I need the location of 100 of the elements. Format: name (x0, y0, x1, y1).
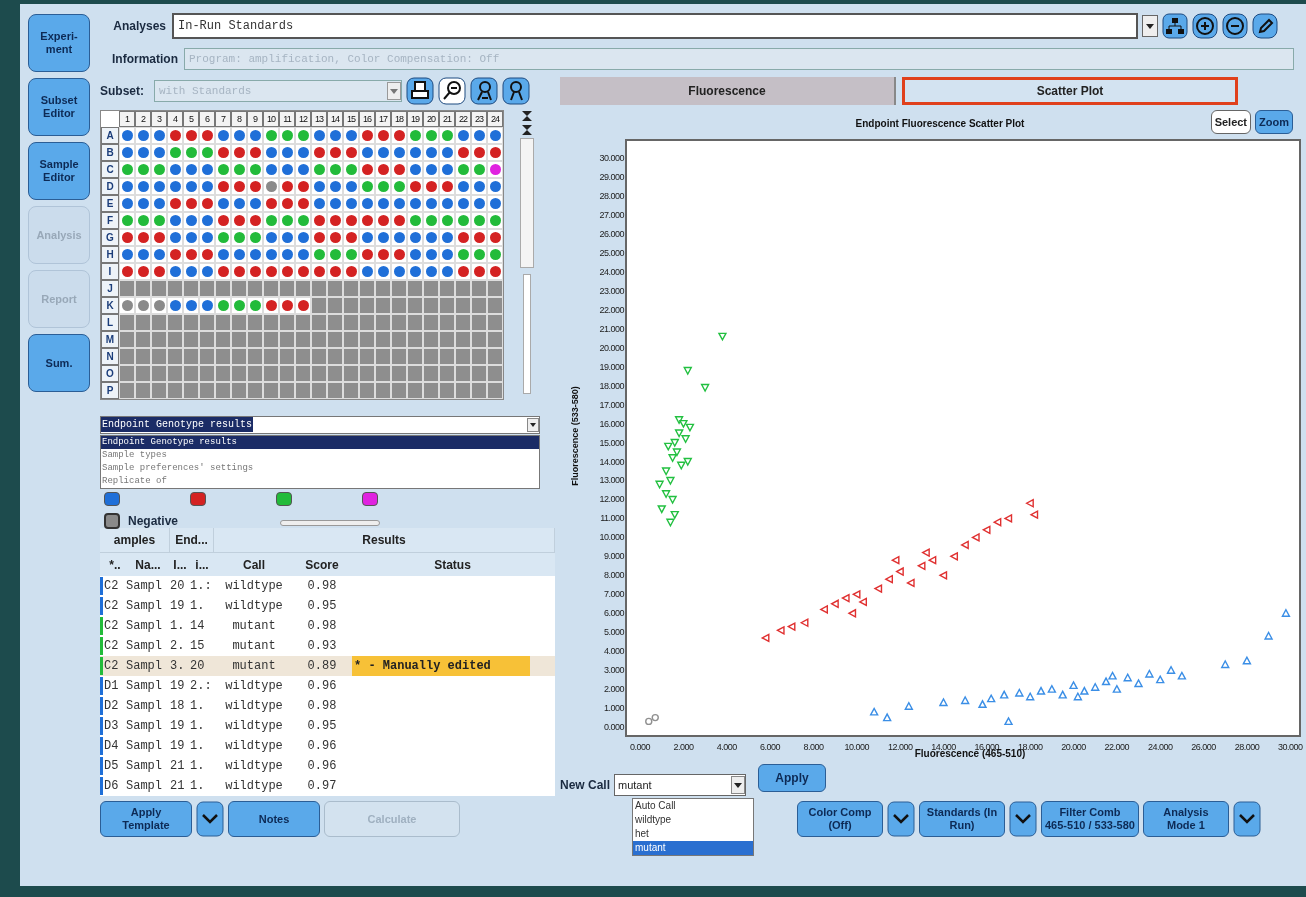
scatter-point[interactable] (938, 697, 949, 707)
scatter-point[interactable] (700, 383, 710, 393)
scatter-point[interactable] (999, 689, 1009, 699)
scatter-point[interactable] (960, 540, 969, 550)
scatter-point[interactable] (657, 505, 667, 514)
column-header[interactable]: I... (170, 552, 190, 576)
zoom-out-icon[interactable] (438, 76, 466, 105)
column-header[interactable]: *.. (104, 552, 126, 576)
scatter-point[interactable] (1029, 509, 1039, 520)
scatter-point[interactable] (873, 583, 883, 594)
nav-button[interactable]: Subset Editor (28, 78, 90, 136)
scatter-point[interactable] (819, 604, 828, 615)
scatter-point[interactable] (645, 717, 653, 726)
scatter-point[interactable] (1144, 669, 1155, 678)
apply-button[interactable]: Apply (758, 764, 826, 792)
scatter-point[interactable] (799, 618, 809, 628)
scatter-point[interactable] (1047, 684, 1057, 693)
action-button[interactable]: Analysis Mode 1 (1142, 801, 1229, 837)
nav-button[interactable]: Sample Editor (28, 142, 90, 200)
printer-icon[interactable] (406, 76, 434, 105)
scatter-point[interactable] (665, 518, 676, 528)
scatter-point[interactable] (674, 416, 684, 425)
scatter-point[interactable] (685, 423, 695, 433)
nav-button[interactable]: Experi- ment (28, 14, 90, 72)
scatter-point[interactable] (760, 633, 770, 643)
scatter-point[interactable] (906, 578, 915, 588)
scatter-point[interactable] (960, 695, 970, 705)
scrollbar[interactable] (520, 137, 534, 268)
scatter-point[interactable] (981, 525, 991, 535)
scatter-point[interactable] (674, 429, 684, 439)
table-row[interactable]: C2 Sampl 3. 20 mutant 0.89 * - Manually edited (100, 655, 555, 676)
scatter-point[interactable] (890, 555, 900, 565)
scatter-point[interactable] (904, 701, 914, 710)
scatter-point[interactable] (775, 625, 785, 635)
scatter-point[interactable] (1079, 686, 1090, 695)
scatter-point[interactable] (661, 490, 671, 499)
scatter-point[interactable] (882, 712, 892, 722)
dropdown-option[interactable]: Endpoint Genotype results (101, 435, 539, 449)
scatter-point[interactable] (869, 706, 879, 716)
dropdown-option[interactable]: het (633, 827, 753, 841)
scatter-point[interactable] (1073, 691, 1083, 701)
scatter-point[interactable] (672, 448, 682, 457)
scatter-point[interactable] (916, 561, 926, 571)
scatter-point[interactable] (1177, 670, 1187, 680)
dropdown-option[interactable]: Sample types (101, 448, 539, 462)
tab[interactable]: Fluorescence (560, 77, 896, 105)
scatter-point[interactable] (1220, 659, 1230, 669)
scatter-point[interactable] (971, 532, 980, 543)
action-button[interactable]: Apply Template (100, 801, 192, 837)
scatter-point[interactable] (676, 461, 686, 471)
scatter-point[interactable] (847, 608, 857, 618)
chevron-down-icon[interactable] (196, 801, 224, 837)
scatter-point[interactable] (938, 570, 948, 580)
column-header[interactable]: Score (294, 552, 350, 576)
scatter-point[interactable] (661, 467, 671, 476)
scatter-point[interactable] (1003, 716, 1014, 726)
scatter-point[interactable] (884, 574, 894, 584)
scatter-point[interactable] (680, 435, 691, 444)
scatter-point[interactable] (986, 693, 996, 703)
scatter-point[interactable] (895, 566, 904, 577)
dropdown-option[interactable]: wildtype (633, 813, 753, 827)
scatter-point[interactable] (1068, 680, 1079, 690)
scatter-point[interactable] (683, 366, 693, 376)
view-dropdown[interactable]: Endpoint Genotype results (100, 415, 540, 434)
chevron-down-icon[interactable] (1009, 801, 1037, 837)
scatter-point[interactable] (665, 476, 676, 486)
scatter-point[interactable] (841, 593, 850, 603)
scatter-point[interactable] (1014, 687, 1025, 697)
pencil-icon[interactable] (1252, 13, 1278, 39)
dropdown-option[interactable]: Sample preferences' settings (101, 461, 539, 475)
action-button[interactable]: Filter Comb 465-510 / 533-580 (1041, 801, 1139, 837)
scatter-point[interactable] (786, 621, 796, 632)
scatter-point[interactable] (1107, 670, 1118, 680)
chevron-down-icon[interactable] (887, 801, 915, 837)
plot-mode-button[interactable]: Select (1210, 110, 1252, 134)
dropdown-option[interactable]: mutant (633, 841, 753, 855)
column-header[interactable]: i... (190, 552, 214, 576)
action-button[interactable]: Color Comp (Off) (797, 801, 883, 837)
scatter-point[interactable] (851, 589, 861, 599)
scatter-point[interactable] (1155, 674, 1165, 684)
column-header[interactable]: Na... (126, 552, 170, 576)
scatter-point[interactable] (921, 547, 930, 558)
scatter-point[interactable] (654, 480, 665, 490)
scatter-point[interactable] (1025, 498, 1034, 508)
scatter-point[interactable] (670, 438, 680, 448)
scatter-point[interactable] (667, 495, 678, 505)
action-button[interactable]: Standards (In Run) (919, 801, 1005, 837)
action-button[interactable]: Notes (228, 801, 320, 837)
scrollbar[interactable] (523, 273, 531, 394)
column-header[interactable]: Status (350, 552, 555, 576)
scatter-point[interactable] (949, 551, 959, 562)
scatter-point[interactable] (977, 699, 988, 709)
scatter-point[interactable] (1242, 655, 1252, 665)
scatter-point[interactable] (1281, 608, 1291, 617)
expand-icon[interactable] (521, 109, 533, 122)
scatter-point[interactable] (1123, 672, 1133, 682)
dropdown-option[interactable]: Auto Call (633, 799, 753, 813)
scatter-point[interactable] (858, 597, 867, 607)
scatter-point[interactable] (1112, 684, 1122, 693)
scatter-point[interactable] (667, 454, 678, 463)
